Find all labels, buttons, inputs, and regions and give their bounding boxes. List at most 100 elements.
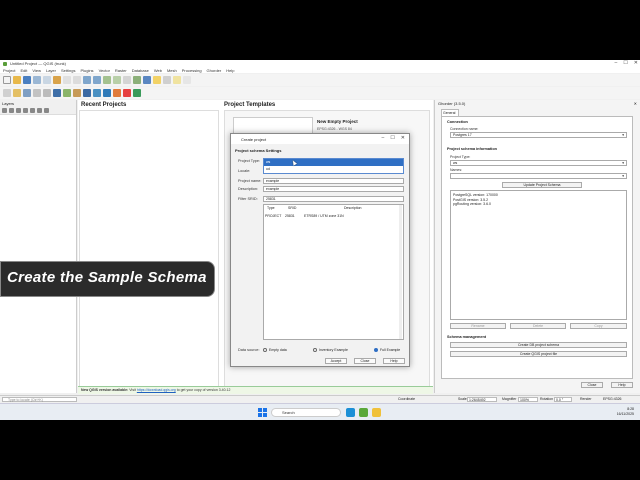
add-postgis-icon[interactable] bbox=[83, 89, 91, 97]
radio-empty-data[interactable]: Empty data bbox=[263, 348, 287, 352]
menu-raster[interactable]: Raster bbox=[115, 68, 127, 73]
ghorder-project-icon[interactable] bbox=[133, 89, 141, 97]
table-cell-type[interactable]: PROJECT bbox=[265, 214, 281, 218]
zoom-in-icon[interactable] bbox=[83, 76, 91, 84]
recent-projects-list[interactable] bbox=[79, 110, 219, 390]
radio-full-example[interactable]: Full Example bbox=[374, 348, 400, 352]
dialog-close-button[interactable]: ✕ bbox=[401, 135, 405, 141]
save-edits-icon[interactable] bbox=[23, 89, 31, 97]
magnifier-input[interactable]: 100% bbox=[518, 397, 538, 402]
accept-button[interactable]: Accept bbox=[325, 358, 347, 364]
map-tips-icon[interactable] bbox=[173, 76, 181, 84]
menu-processing[interactable]: Processing bbox=[182, 68, 202, 73]
ghorder-info-icon[interactable] bbox=[123, 89, 131, 97]
menu-ghorder[interactable]: Ghorder bbox=[207, 68, 222, 73]
open-project-icon[interactable] bbox=[13, 76, 21, 84]
zoom-out-icon[interactable] bbox=[93, 76, 101, 84]
radio-inventory-example[interactable]: Inventory Example bbox=[313, 348, 348, 352]
table-scrollbar[interactable] bbox=[399, 205, 402, 339]
layout-manager-icon[interactable] bbox=[43, 76, 51, 84]
menu-vector[interactable]: Vector bbox=[99, 68, 110, 73]
refresh-icon[interactable] bbox=[133, 76, 141, 84]
file-explorer-icon[interactable] bbox=[372, 408, 381, 417]
python-console-icon[interactable] bbox=[53, 89, 61, 97]
create-db-schema-button[interactable]: Create DB project schema bbox=[450, 342, 627, 348]
identify-icon[interactable] bbox=[143, 76, 151, 84]
dialog-help-button[interactable]: Help bbox=[383, 358, 405, 364]
menu-mesh[interactable]: Mesh bbox=[167, 68, 177, 73]
vertex-tool-icon[interactable] bbox=[43, 89, 51, 97]
eye-icon[interactable] bbox=[16, 108, 21, 113]
panel-close-icon[interactable]: ✕ bbox=[634, 101, 637, 106]
filter-icon[interactable] bbox=[23, 108, 28, 113]
project-name-input[interactable]: example bbox=[263, 178, 404, 184]
dialog-close-text-button[interactable]: Close bbox=[354, 358, 376, 364]
crs-button[interactable]: EPSG:4326 bbox=[603, 397, 621, 401]
text-annotation-icon[interactable] bbox=[183, 76, 191, 84]
dialog-maximize-button[interactable]: ☐ bbox=[390, 135, 394, 141]
srid-table[interactable]: Type SRID Description PROJECT 25831 ETRS… bbox=[263, 204, 404, 340]
ghorder-config-icon[interactable] bbox=[113, 89, 121, 97]
dropdown-option-ws[interactable]: ws bbox=[264, 159, 403, 166]
style-manager-icon[interactable] bbox=[53, 76, 61, 84]
zoom-last-icon[interactable] bbox=[123, 76, 131, 84]
delete-button[interactable]: Delete bbox=[510, 323, 566, 329]
menu-edit[interactable]: Edit bbox=[20, 68, 27, 73]
expand-icon[interactable] bbox=[30, 108, 35, 113]
taskbar-search[interactable]: Search bbox=[271, 408, 341, 417]
locator-input[interactable]: Type to locate (Ctrl+K) bbox=[2, 397, 77, 402]
menu-plugins[interactable]: Plugins bbox=[80, 68, 93, 73]
minimize-button[interactable]: – bbox=[615, 60, 618, 66]
zoom-layer-icon[interactable] bbox=[113, 76, 121, 84]
system-clock[interactable]: 8:28 16/11/2025 bbox=[617, 407, 634, 417]
rotation-input[interactable]: 0.0 ° bbox=[554, 397, 572, 402]
menu-help[interactable]: Help bbox=[226, 68, 234, 73]
pan-icon[interactable] bbox=[63, 76, 71, 84]
filter-srid-input[interactable]: 25831 bbox=[263, 196, 404, 202]
rename-button[interactable]: Rename bbox=[450, 323, 506, 329]
zoom-full-icon[interactable] bbox=[103, 76, 111, 84]
maximize-button[interactable]: ☐ bbox=[623, 60, 627, 66]
menu-view[interactable]: View bbox=[32, 68, 41, 73]
menu-layer[interactable]: Layer bbox=[46, 68, 56, 73]
news-link[interactable]: https://download.qgis.org bbox=[137, 388, 176, 392]
start-button[interactable] bbox=[258, 408, 267, 417]
project-type-dropdown[interactable]: ws ud bbox=[263, 158, 404, 174]
select-icon[interactable] bbox=[153, 76, 161, 84]
add-point-icon[interactable] bbox=[33, 89, 41, 97]
ghorder-close-button[interactable]: Close bbox=[581, 382, 603, 388]
add-group-icon[interactable] bbox=[9, 108, 14, 113]
table-cell-description[interactable]: ETRS89 / UTM zone 31N bbox=[304, 214, 344, 218]
digitize-icon[interactable] bbox=[3, 89, 11, 97]
scale-input[interactable]: 1:2645492 bbox=[467, 397, 497, 402]
table-cell-srid[interactable]: 25831 bbox=[285, 214, 295, 218]
ghorder-help-button[interactable]: Help bbox=[611, 382, 633, 388]
new-print-layout-icon[interactable] bbox=[33, 76, 41, 84]
names-select[interactable]: ▾ bbox=[450, 173, 627, 179]
tab-general[interactable]: General bbox=[441, 109, 459, 116]
render-checkbox[interactable]: Render bbox=[580, 397, 591, 401]
add-wms-icon[interactable] bbox=[93, 89, 101, 97]
edit-pencil-icon[interactable] bbox=[13, 89, 21, 97]
style-icon[interactable] bbox=[2, 108, 7, 113]
description-input[interactable]: example bbox=[263, 186, 404, 192]
menu-project[interactable]: Project bbox=[3, 68, 15, 73]
add-vector-icon[interactable] bbox=[63, 89, 71, 97]
edge-icon[interactable] bbox=[346, 408, 355, 417]
qgis-taskbar-icon[interactable] bbox=[359, 408, 368, 417]
menu-database[interactable]: Database bbox=[132, 68, 149, 73]
menu-web[interactable]: Web bbox=[154, 68, 162, 73]
pan-to-selection-icon[interactable] bbox=[73, 76, 81, 84]
project-type-select[interactable]: ws ▾ bbox=[450, 160, 627, 166]
copy-button[interactable]: Copy bbox=[570, 323, 627, 329]
add-raster-icon[interactable] bbox=[73, 89, 81, 97]
connection-select[interactable]: Postgres 17 ▾ bbox=[450, 132, 627, 138]
new-project-icon[interactable] bbox=[3, 76, 11, 84]
save-project-icon[interactable] bbox=[23, 76, 31, 84]
create-qgis-file-button[interactable]: Create QGIS project file bbox=[450, 351, 627, 357]
menu-settings[interactable]: Settings bbox=[61, 68, 75, 73]
close-window-button[interactable]: ✕ bbox=[634, 60, 638, 66]
dialog-minimize-button[interactable]: – bbox=[382, 135, 385, 141]
remove-layer-icon[interactable] bbox=[44, 108, 49, 113]
dropdown-option-ud[interactable]: ud bbox=[264, 166, 403, 173]
